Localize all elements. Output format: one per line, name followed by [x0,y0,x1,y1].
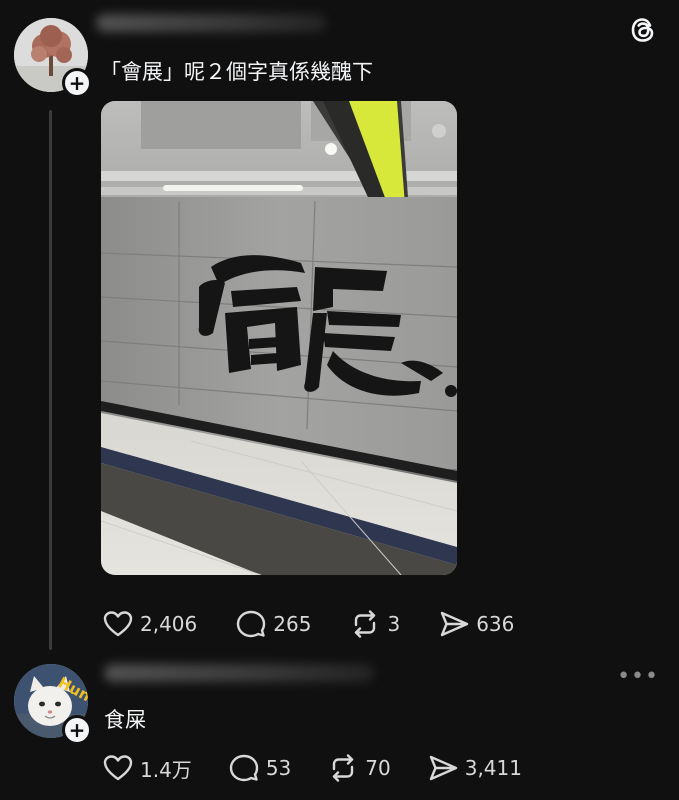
post-text: 「會展」呢２個字真係幾醜下 [100,60,373,84]
heart-icon [103,611,133,637]
like-button[interactable]: 1.4万 [102,752,192,784]
comment-button[interactable]: 53 [228,752,291,784]
plus-icon: + [68,718,86,742]
repost-button[interactable]: 3 [349,608,400,640]
repost-icon [355,610,376,638]
send-icon [429,755,457,781]
post-text: 食屎 [104,708,146,732]
post-actions: 1.4万 53 70 3,411 [102,752,560,784]
post-actions: 2,406 265 3 636 [102,608,552,640]
more-icon[interactable]: ••• [617,666,659,688]
share-count: 3,411 [464,756,522,780]
follow-button[interactable]: + [62,715,92,745]
username-blurred[interactable] [104,664,374,682]
comment-bubble-icon [237,610,266,638]
post-photo[interactable] [101,101,457,575]
comment-button[interactable]: 265 [235,608,311,640]
repost-icon [333,754,354,782]
thread-line [49,110,52,650]
like-button[interactable]: 2,406 [102,608,197,640]
username-blurred[interactable] [96,14,326,32]
threads-logo-icon[interactable] [629,16,657,44]
comment-bubble-icon [229,754,259,782]
follow-button[interactable]: + [62,68,92,98]
repost-count: 70 [365,756,391,780]
like-count: 1.4万 [140,757,192,782]
share-count: 636 [476,612,515,636]
send-icon [440,611,469,637]
comment-count: 265 [273,612,312,636]
plus-icon: + [68,71,86,95]
comment-count: 53 [265,756,292,780]
repost-count: 3 [387,612,401,636]
heart-icon [103,755,133,781]
like-count: 2,406 [140,612,198,636]
share-button[interactable]: 636 [438,608,514,640]
share-button[interactable]: 3,411 [427,752,522,784]
repost-button[interactable]: 70 [327,752,391,784]
